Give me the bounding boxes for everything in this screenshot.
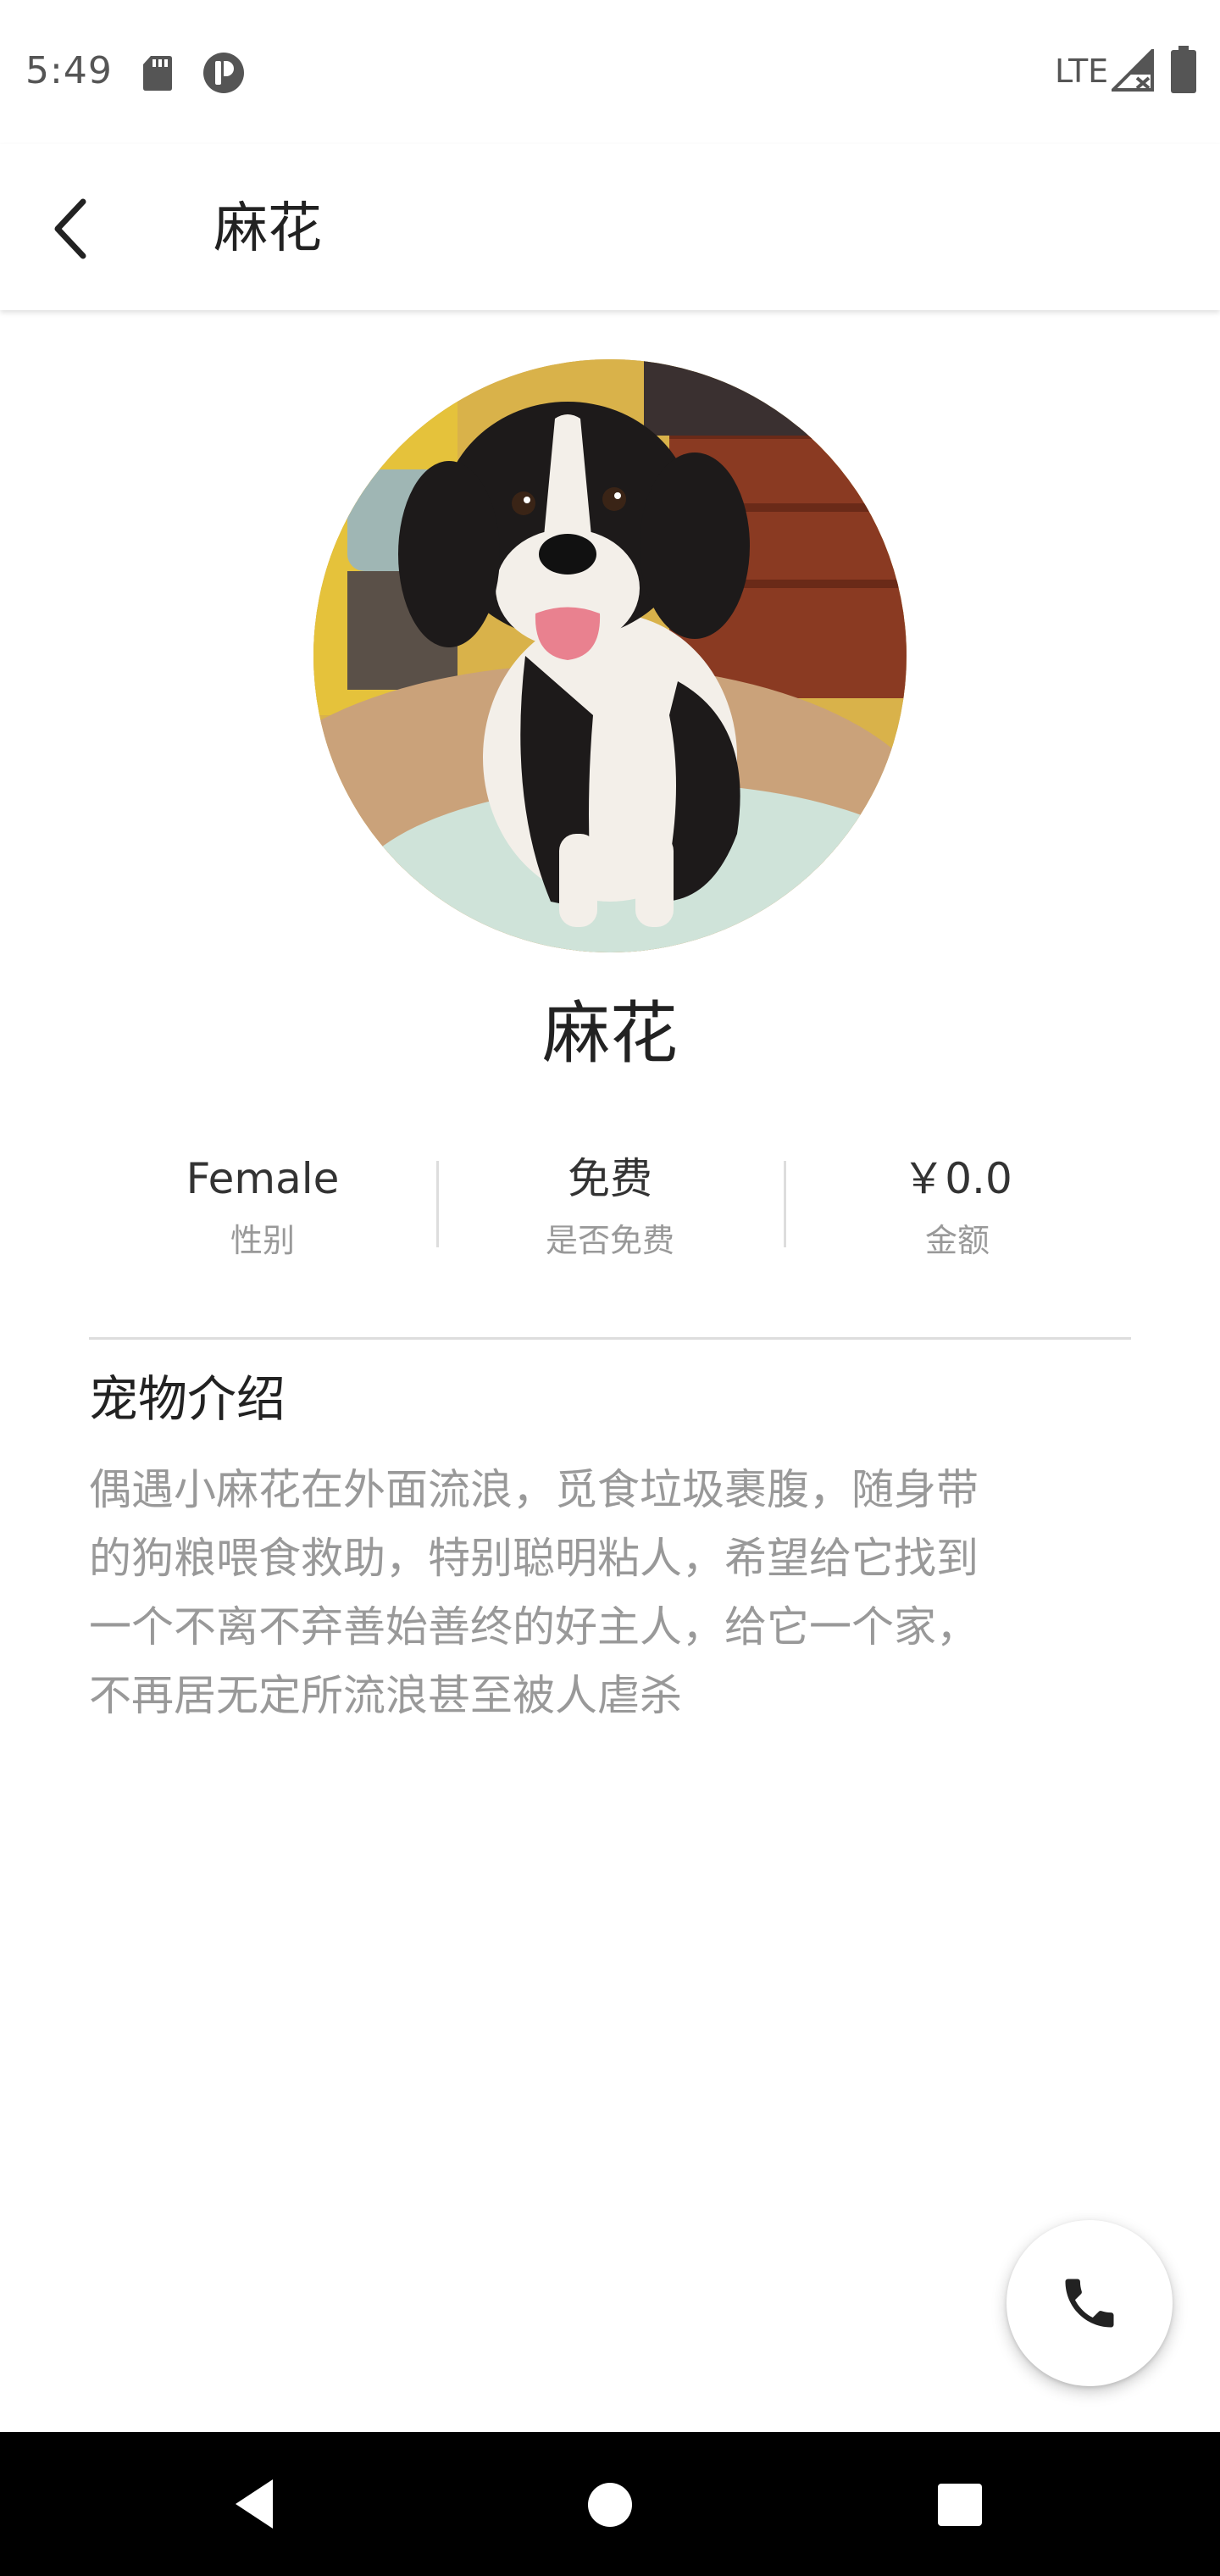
nav-home-icon[interactable] (588, 2483, 632, 2527)
stat-label: 是否免费 (545, 1222, 674, 1259)
stat-value: Female (186, 1154, 340, 1203)
stat-value: ￥0.0 (902, 1154, 1012, 1203)
stat-gender: Female 性别 (89, 1135, 436, 1271)
stat-amount: ￥0.0 金额 (784, 1135, 1131, 1271)
pet-stats: Female 性别 免费 是否免费 ￥0.0 金额 (89, 1135, 1131, 1271)
call-button[interactable] (1006, 2220, 1173, 2386)
network-type: LTE (1055, 53, 1109, 90)
stat-value: 免费 (568, 1154, 652, 1203)
back-button[interactable] (30, 188, 112, 269)
sd-card-icon (143, 56, 172, 91)
intro-title: 宠物介绍 (89, 1370, 286, 1428)
intro-description: 偶遇小麻花在外面流浪，觅食垃圾裹腹，随身带 的狗粮喂食救助，特别聪明粘人，希望给… (89, 1456, 1131, 1730)
dog-photo (313, 359, 907, 952)
pet-name: 麻花 (542, 994, 678, 1073)
pet-photo (313, 359, 907, 952)
divider (89, 1337, 1131, 1340)
stat-label: 性别 (230, 1222, 295, 1259)
intro-line: 偶遇小麻花在外面流浪，觅食垃圾裹腹，随身带 (89, 1465, 979, 1514)
stat-label: 金额 (924, 1222, 990, 1259)
signal-icon (1112, 49, 1154, 92)
intro-line: 不再居无定所流浪甚至被人虐杀 (89, 1671, 682, 1720)
pet-detail-screen: 5:49 LTE 麻花 麻花 Female 性别 免费 是否免费 ￥0.0 金额… (0, 0, 1220, 2576)
stat-free: 免费 是否免费 (436, 1135, 784, 1271)
status-time: 5:49 (25, 49, 113, 92)
p-app-icon (203, 53, 244, 93)
nav-back-icon[interactable] (229, 2474, 288, 2534)
status-bar: 5:49 LTE (0, 0, 1220, 144)
app-bar: 麻花 (0, 144, 1220, 310)
intro-line: 一个不离不弃善始善终的好主人，给它一个家， (89, 1602, 979, 1652)
page-title: 麻花 (214, 197, 322, 260)
system-nav-bar (0, 2432, 1220, 2576)
phone-icon (1065, 2279, 1114, 2328)
chevron-left-icon (54, 198, 86, 259)
nav-recent-icon[interactable] (938, 2484, 982, 2526)
battery-icon (1171, 46, 1196, 93)
intro-line: 的狗粮喂食救助，特别聪明粘人，希望给它找到 (89, 1534, 979, 1583)
